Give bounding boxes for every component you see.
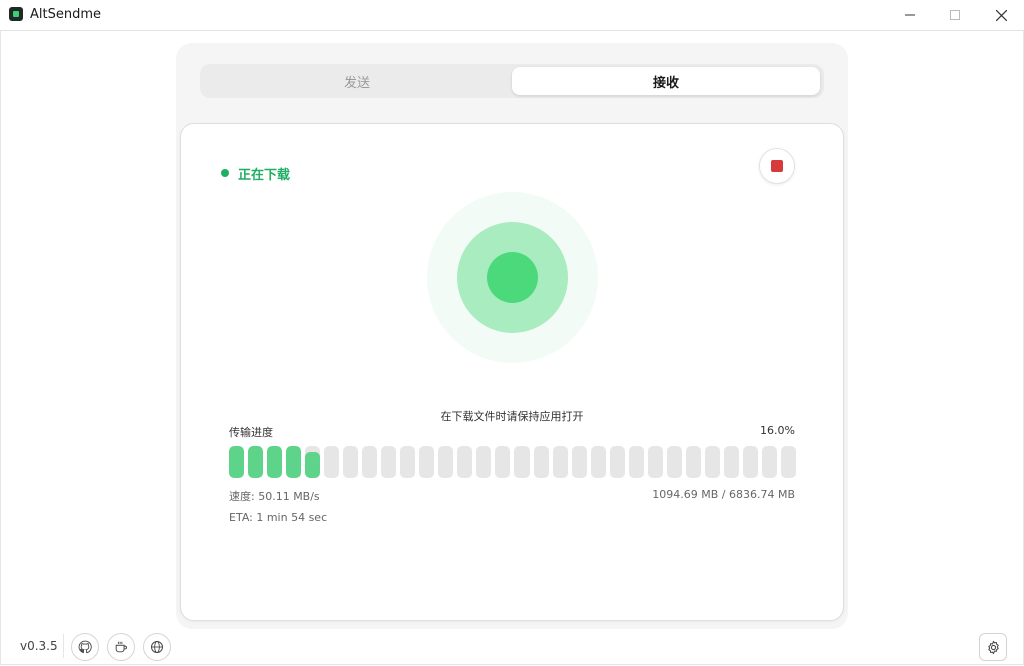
progress-segment xyxy=(761,446,777,478)
mode-tabs: 发送 接收 xyxy=(200,64,824,98)
github-button[interactable] xyxy=(71,633,99,661)
progress-segment xyxy=(495,446,511,478)
progress-segment xyxy=(362,446,378,478)
stop-button[interactable] xyxy=(759,148,795,184)
status-indicator: 正在下载 xyxy=(221,165,291,183)
progress-segment xyxy=(476,446,492,478)
progress-segment xyxy=(286,446,302,478)
window-title: AltSendme xyxy=(30,7,102,22)
progress-segment xyxy=(552,446,568,478)
close-icon xyxy=(995,9,1007,21)
progress-segment xyxy=(571,446,587,478)
progress-segment-fill xyxy=(229,446,245,478)
progress-segment xyxy=(419,446,435,478)
minimize-button[interactable] xyxy=(887,0,933,30)
maximize-icon xyxy=(950,10,960,20)
transfer-size: 1094.69 MB / 6836.74 MB xyxy=(652,488,795,501)
progress-segment xyxy=(647,446,663,478)
pulse-core xyxy=(487,252,538,303)
status-text: 正在下载 xyxy=(238,167,291,183)
progress-segment xyxy=(305,446,321,478)
version-label: v0.3.5 xyxy=(20,639,58,653)
progress-segment xyxy=(666,446,682,478)
segmented-progress-bar xyxy=(229,446,796,478)
gear-icon xyxy=(987,640,999,654)
progress-segment xyxy=(267,446,283,478)
progress-segment xyxy=(742,446,758,478)
progress-label: 传输进度 xyxy=(229,426,273,439)
tab-send[interactable]: 发送 xyxy=(204,67,510,95)
progress-segment-fill xyxy=(305,452,321,478)
coffee-button[interactable] xyxy=(107,633,135,661)
progress-segment xyxy=(514,446,530,478)
progress-segment xyxy=(609,446,625,478)
progress-segment xyxy=(457,446,473,478)
website-button[interactable] xyxy=(143,633,171,661)
close-button[interactable] xyxy=(978,0,1024,30)
app-logo-icon xyxy=(9,7,23,21)
progress-segment-fill xyxy=(248,446,264,478)
progress-segment xyxy=(723,446,739,478)
status-dot xyxy=(221,169,229,177)
stop-icon xyxy=(771,160,783,172)
maximize-button[interactable] xyxy=(932,0,978,30)
tab-receive[interactable]: 接收 xyxy=(512,67,820,95)
progress-segment-fill xyxy=(267,446,283,478)
progress-segment xyxy=(704,446,720,478)
progress-percent: 16.0% xyxy=(760,424,795,437)
settings-button[interactable] xyxy=(979,633,1007,661)
globe-icon xyxy=(151,641,163,653)
progress-segment xyxy=(229,446,245,478)
progress-segment xyxy=(533,446,549,478)
progress-segment xyxy=(400,446,416,478)
progress-segment xyxy=(590,446,606,478)
progress-segment xyxy=(628,446,644,478)
progress-segment xyxy=(381,446,397,478)
footer-divider xyxy=(63,634,64,658)
progress-segment xyxy=(685,446,701,478)
progress-segment xyxy=(438,446,454,478)
progress-segment-fill xyxy=(286,446,302,478)
transfer-eta: ETA: 1 min 54 sec xyxy=(229,511,328,524)
progress-segment xyxy=(248,446,264,478)
progress-segment xyxy=(343,446,359,478)
progress-segment xyxy=(324,446,340,478)
coffee-icon xyxy=(115,641,127,653)
github-icon xyxy=(78,640,92,654)
keep-open-notice: 在下载文件时请保持应用打开 xyxy=(440,410,584,423)
title-bar: AltSendme xyxy=(0,0,1024,31)
minimize-icon xyxy=(905,14,915,16)
progress-segment xyxy=(780,446,796,478)
transfer-speed: 速度: 50.11 MB/s xyxy=(229,490,320,503)
